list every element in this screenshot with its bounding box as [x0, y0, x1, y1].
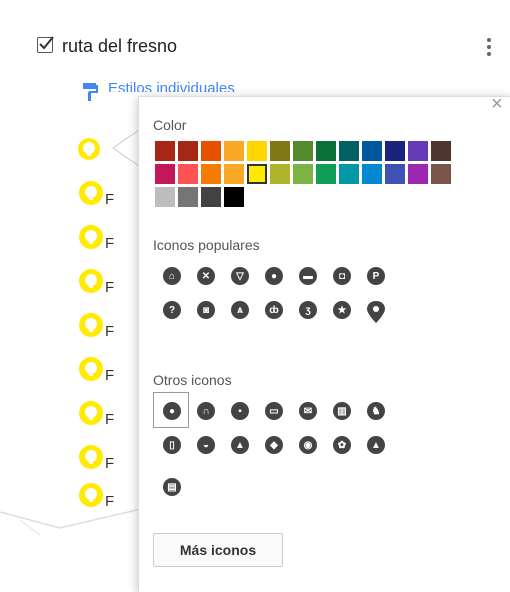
color-swatch[interactable] [408, 164, 428, 184]
color-swatch[interactable] [201, 187, 221, 207]
dog-icon[interactable]: ♞ [367, 402, 385, 420]
color-swatch[interactable] [178, 141, 198, 161]
color-swatch[interactable] [201, 164, 221, 184]
color-swatch[interactable] [316, 141, 336, 161]
pin-icon [79, 401, 103, 425]
cocktail-icon[interactable]: ▽ [231, 267, 249, 285]
location-marker-icon[interactable] [367, 301, 385, 323]
shopping-bag-icon[interactable]: ◘ [333, 267, 351, 285]
color-swatch[interactable] [385, 164, 405, 184]
eye-icon[interactable]: ◉ [299, 436, 317, 454]
envelope-icon[interactable]: ✉ [299, 402, 317, 420]
list-item[interactable]: F [78, 180, 138, 216]
color-swatch[interactable] [431, 141, 451, 161]
building-icon[interactable]: ▥ [333, 402, 351, 420]
close-icon[interactable]: × [491, 93, 503, 116]
popup-pointer [112, 130, 140, 166]
star-icon[interactable]: ★ [333, 301, 351, 319]
camera-icon[interactable]: ◙ [197, 301, 215, 319]
list-item[interactable]: F [78, 444, 138, 480]
bike-icon[interactable]: ȸ [265, 301, 283, 319]
pin-icon[interactable]: ● [163, 402, 181, 420]
color-swatch[interactable] [293, 164, 313, 184]
list-item[interactable]: F [78, 400, 138, 436]
layer-header: ruta del fresno [0, 0, 510, 80]
help-icon[interactable]: ? [163, 301, 181, 319]
color-swatch[interactable] [155, 187, 175, 207]
pin-icon[interactable]: ● [265, 267, 283, 285]
fork-knife-icon[interactable]: ✕ [197, 267, 215, 285]
list-item-label: F [105, 191, 115, 208]
color-swatch[interactable] [201, 141, 221, 161]
background-shape [0, 507, 145, 536]
list-item[interactable]: F [78, 312, 138, 348]
walker-icon[interactable]: ѧ [231, 301, 249, 319]
graduation-cap-icon[interactable]: ◆ [265, 436, 283, 454]
popular-icons-label: Iconos populares [153, 237, 260, 253]
color-swatch[interactable] [431, 164, 451, 184]
color-swatch[interactable] [178, 164, 198, 184]
color-swatch[interactable] [362, 141, 382, 161]
style-popup: × Color Iconos populares ⌂ ✕ ▽ ● ▬ ◘ P? ◙ ѧ ȸ ӡ ★ O… [138, 93, 510, 592]
color-swatch[interactable] [224, 141, 244, 161]
pin-icon [79, 445, 103, 469]
other-icons-label: Otros iconos [153, 372, 232, 388]
pin-icon [79, 357, 103, 381]
home-icon[interactable]: ⌂ [163, 267, 181, 285]
color-swatch[interactable] [155, 141, 175, 161]
more-icons-button[interactable]: Más iconos [153, 533, 283, 567]
individual-styles-label: Estilos individuales [108, 80, 235, 92]
color-swatch[interactable] [362, 164, 382, 184]
color-swatch[interactable] [224, 187, 244, 207]
paint-roller-icon [83, 83, 98, 101]
layer-name[interactable]: ruta del fresno [62, 36, 177, 57]
list-item-label: F [105, 279, 115, 296]
color-swatch[interactable] [155, 164, 175, 184]
runner-icon[interactable]: ӡ [299, 301, 317, 319]
book-icon[interactable]: ▯ [163, 436, 181, 454]
color-swatch[interactable] [408, 141, 428, 161]
list-item[interactable]: F [78, 224, 138, 260]
tomb-icon[interactable]: ▲ [367, 436, 385, 454]
color-swatch[interactable] [385, 141, 405, 161]
more-options-icon[interactable] [482, 35, 496, 61]
pin-icon [79, 181, 103, 205]
id-card-icon[interactable]: ▤ [163, 478, 181, 496]
flower-icon[interactable]: ✿ [333, 436, 351, 454]
color-swatch[interactable] [316, 164, 336, 184]
color-swatch[interactable] [270, 141, 290, 161]
arch-icon[interactable]: ∩ [197, 402, 215, 420]
pin-icon [79, 225, 103, 249]
parking-icon[interactable]: P [367, 267, 385, 285]
list-item-label: F [105, 367, 115, 384]
pin-icon [79, 313, 103, 337]
color-swatch[interactable] [247, 164, 267, 184]
color-swatch[interactable] [293, 141, 313, 161]
pin-icon [79, 269, 103, 293]
list-item-label: F [105, 455, 115, 472]
monitor-icon[interactable]: ▭ [265, 402, 283, 420]
color-swatch[interactable] [247, 141, 267, 161]
color-swatch[interactable] [339, 164, 359, 184]
list-item[interactable]: F [78, 268, 138, 304]
bird-icon[interactable]: ◒ [197, 436, 215, 454]
color-swatch[interactable] [178, 187, 198, 207]
color-swatch[interactable] [224, 164, 244, 184]
color-section-label: Color [153, 117, 187, 133]
list-item[interactable]: F [78, 356, 138, 392]
color-swatch[interactable] [339, 141, 359, 161]
monument-icon[interactable]: ▲ [231, 436, 249, 454]
list-item-label: F [105, 323, 115, 340]
bed-icon[interactable]: ▬ [299, 267, 317, 285]
cup-icon[interactable]: ▪ [231, 402, 249, 420]
list-item-label: F [105, 235, 115, 252]
layer-visibility-checkbox[interactable] [37, 36, 54, 53]
list-item-label: F [105, 411, 115, 428]
color-swatch[interactable] [270, 164, 290, 184]
